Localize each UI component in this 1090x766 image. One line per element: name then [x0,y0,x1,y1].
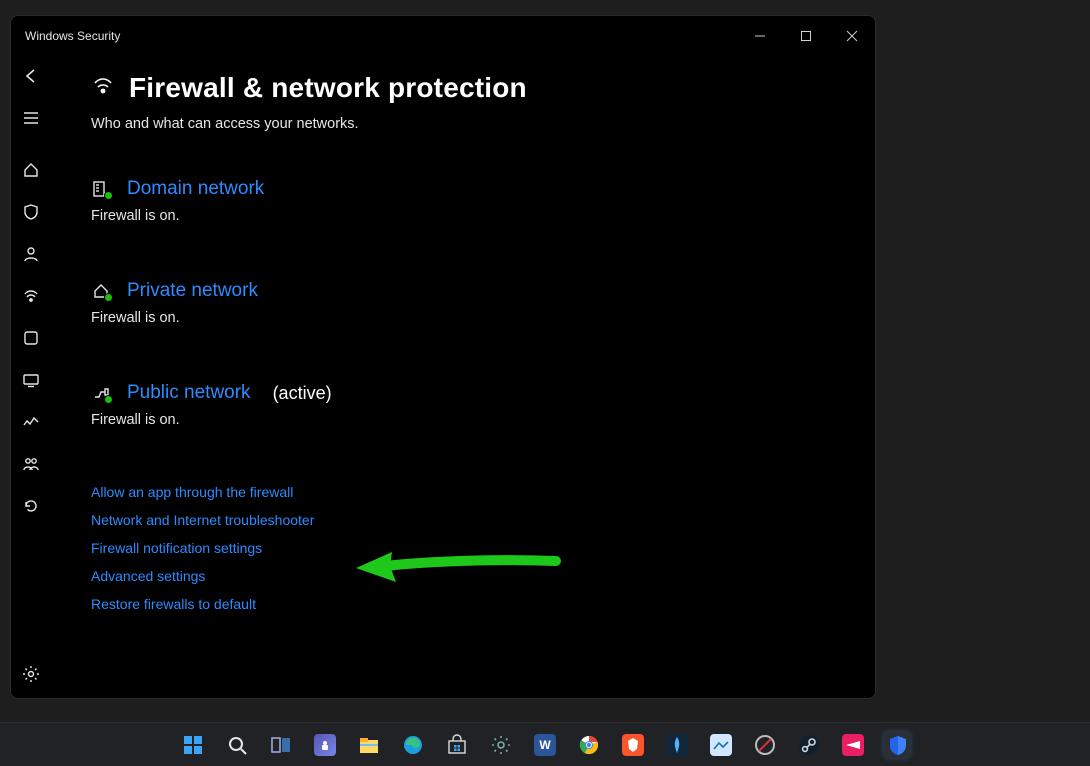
minimize-button[interactable] [737,16,783,56]
edge-icon[interactable] [400,732,426,758]
link-firewall-notifications[interactable]: Firewall notification settings [91,540,875,556]
shield-icon[interactable] [11,192,51,232]
network-section-public: Public network (active) Firewall is on. [91,382,875,428]
steam-icon[interactable] [796,732,822,758]
history-icon[interactable] [11,486,51,526]
firewall-page-icon [91,74,115,103]
menu-icon[interactable] [11,98,51,138]
file-explorer-icon[interactable] [356,732,382,758]
status-on-badge [104,395,113,404]
word-icon[interactable]: W [532,732,558,758]
page-title: Firewall & network protection [129,72,527,104]
home-icon[interactable] [11,150,51,190]
settings-app-icon[interactable] [488,732,514,758]
maximize-button[interactable] [783,16,829,56]
settings-icon[interactable] [11,654,51,694]
private-network-icon [91,282,111,300]
performance-icon[interactable] [11,402,51,442]
search-icon[interactable] [224,732,250,758]
content-area: Firewall & network protection Who and wh… [51,56,875,698]
link-network-troubleshooter[interactable]: Network and Internet troubleshooter [91,512,875,528]
device-icon[interactable] [11,360,51,400]
app-blue-icon[interactable] [664,732,690,758]
app-image-icon[interactable] [708,732,734,758]
private-network-status: Firewall is on. [91,310,875,326]
network-icon[interactable] [11,276,51,316]
page-subtitle: Who and what can access your networks. [91,116,875,132]
active-indicator: (active) [273,383,332,404]
taskview-icon[interactable] [268,732,294,758]
start-icon[interactable] [180,732,206,758]
status-on-badge [104,293,113,302]
close-button[interactable] [829,16,875,56]
back-icon[interactable] [11,56,51,96]
related-links: Allow an app through the firewall Networ… [91,484,875,612]
app-icon[interactable] [11,318,51,358]
taskbar[interactable]: W [0,722,1090,766]
domain-network-status: Firewall is on. [91,208,875,224]
windows-security-icon[interactable] [884,732,910,758]
app-circle-icon[interactable] [752,732,778,758]
window-title: Windows Security [25,29,120,43]
domain-network-icon [91,180,111,198]
private-network-link[interactable]: Private network [127,280,258,302]
link-advanced-settings[interactable]: Advanced settings [91,568,875,584]
family-icon[interactable] [11,444,51,484]
teams-icon[interactable] [312,732,338,758]
windows-security-window: Windows Security [10,15,876,699]
titlebar: Windows Security [11,16,875,56]
chrome-icon[interactable] [576,732,602,758]
public-network-link[interactable]: Public network [127,382,251,404]
link-restore-defaults[interactable]: Restore firewalls to default [91,596,875,612]
brave-icon[interactable] [620,732,646,758]
public-network-status: Firewall is on. [91,412,875,428]
store-icon[interactable] [444,732,470,758]
account-icon[interactable] [11,234,51,274]
public-network-icon [91,384,111,402]
status-on-badge [104,191,113,200]
network-section-domain: Domain network Firewall is on. [91,178,875,224]
domain-network-link[interactable]: Domain network [127,178,264,200]
network-section-private: Private network Firewall is on. [91,280,875,326]
sidebar [11,56,51,698]
app-pink-icon[interactable] [840,732,866,758]
link-allow-app[interactable]: Allow an app through the firewall [91,484,875,500]
